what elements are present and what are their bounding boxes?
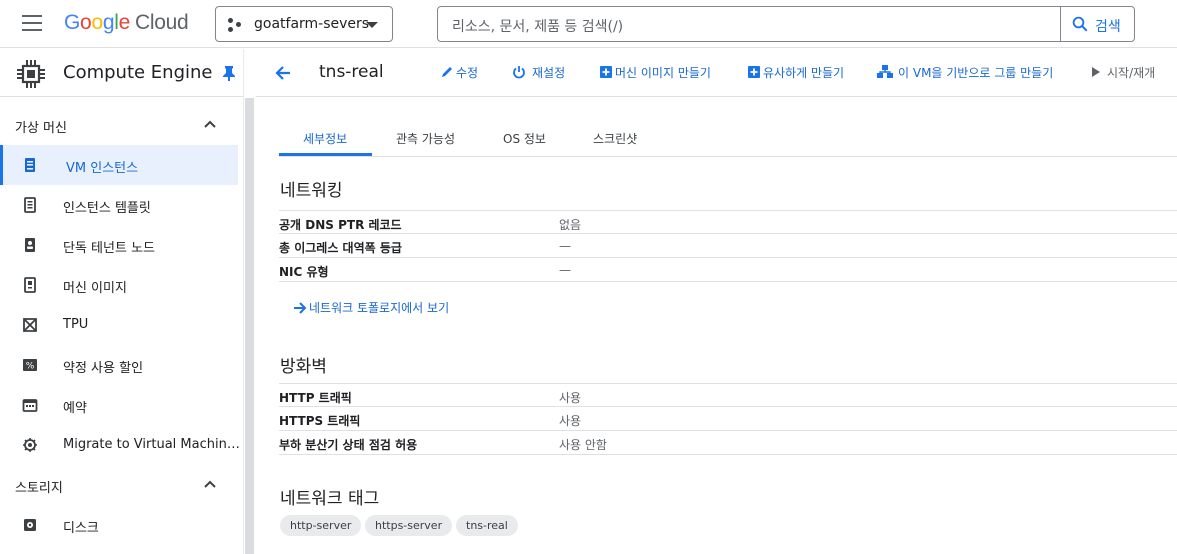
power-icon: [513, 66, 525, 79]
sidebar-scrollbar[interactable]: [243, 49, 255, 554]
reset-button[interactable]: 재설정: [512, 64, 565, 81]
calendar-icon: [22, 399, 38, 412]
add-box-icon: [748, 66, 760, 78]
pin-icon[interactable]: [222, 65, 236, 81]
table-row: 부하 분산기 상태 점검 허용 사용 안함: [279, 431, 1177, 455]
product-name: Compute Engine: [63, 62, 213, 83]
migrate-icon: [23, 438, 37, 452]
title-bar: tns-real 수정 재설정 머신 이미지 만들기 유사하게 만들기 이 VM…: [256, 49, 1177, 97]
search-input[interactable]: 리소스, 문서, 제품 등 검색(/): [452, 16, 623, 36]
template-icon: [24, 197, 36, 213]
add-box-icon: [600, 66, 612, 78]
google-cloud-logo[interactable]: Google Cloud: [64, 11, 189, 35]
table-row: 총 이그레스 대역폭 등급 —: [279, 234, 1177, 258]
sidebar-item-tpu[interactable]: TPU: [0, 305, 238, 345]
disk-icon: [24, 519, 36, 531]
scrollbar-thumb[interactable]: [245, 98, 254, 554]
networking-heading: 네트워킹: [280, 181, 343, 201]
firewall-heading: 방화벽: [280, 357, 327, 377]
chevron-up-icon: [204, 480, 216, 488]
sidebar-item-instance-templates[interactable]: 인스턴스 템플릿: [0, 185, 238, 225]
table-row: HTTPS 트래픽 사용: [279, 407, 1177, 431]
create-similar-button[interactable]: 유사하게 만들기: [747, 64, 844, 81]
sidebar-item-disks[interactable]: 디스크: [0, 505, 238, 545]
sole-tenant-icon: [25, 238, 35, 252]
project-name: goatfarm-severs: [254, 16, 370, 32]
start-resume-button[interactable]: 시작/재개: [1090, 64, 1155, 81]
sidebar-item-reservations[interactable]: 예약: [0, 385, 238, 425]
detail-tabs: 세부정보 관측 가능성 OS 정보 스크린샷: [279, 127, 1177, 157]
project-icon: [228, 18, 242, 32]
sidebar-item-committed-use-discounts[interactable]: % 약정 사용 할인: [0, 345, 238, 385]
tab-screenshot[interactable]: 스크린샷: [593, 130, 637, 147]
chevron-down-icon: [366, 22, 378, 28]
search-bar[interactable]: 리소스, 문서, 제품 등 검색(/) 검색: [437, 6, 1135, 42]
network-tag-chip: http-server: [280, 515, 362, 536]
vm-instance-icon: [25, 158, 35, 172]
sidebar-item-vm-instances[interactable]: VM 인스턴스: [0, 145, 238, 185]
page-title: tns-real: [319, 62, 384, 82]
section-storage[interactable]: 스토리지: [0, 465, 243, 505]
network-tag-chip: https-server: [365, 515, 453, 536]
table-row: NIC 유형 —: [279, 258, 1177, 282]
product-header: Compute Engine: [0, 49, 243, 97]
network-tags-heading: 네트워크 태그: [280, 489, 380, 509]
instance-group-icon: [877, 65, 893, 78]
play-icon: [1092, 67, 1100, 77]
search-button[interactable]: 검색: [1060, 7, 1134, 41]
arrow-right-icon: [294, 302, 307, 314]
sidebar-item-machine-images[interactable]: 머신 이미지: [0, 265, 238, 305]
chevron-up-icon: [204, 120, 216, 128]
create-group-button[interactable]: 이 VM을 기반으로 그룹 만들기: [877, 64, 1053, 81]
pencil-icon: [442, 67, 452, 77]
project-picker[interactable]: goatfarm-severs: [215, 6, 393, 42]
tab-os-info[interactable]: OS 정보: [503, 130, 546, 147]
tpu-icon: [23, 318, 37, 332]
network-tag-chip: tns-real: [456, 515, 518, 536]
compute-engine-icon: [17, 60, 45, 88]
create-machine-image-button[interactable]: 머신 이미지 만들기: [599, 64, 711, 81]
table-row: 공개 DNS PTR 레코드 없음: [279, 210, 1177, 234]
top-bar: Google Cloud goatfarm-severs 리소스, 문서, 제품 …: [0, 0, 1177, 48]
back-arrow-icon[interactable]: [274, 64, 292, 82]
edit-button[interactable]: 수정: [440, 64, 478, 81]
tab-details[interactable]: 세부정보: [303, 130, 347, 147]
table-row: HTTP 트래픽 사용: [279, 383, 1177, 407]
sidebar: Compute Engine 가상 머신 VM 인스턴스 인스턴스 템플릿 단독…: [0, 49, 243, 554]
network-topology-link[interactable]: 네트워크 토폴로지에서 보기: [293, 299, 449, 316]
svg-text:%: %: [26, 362, 35, 372]
search-icon: [1072, 16, 1088, 32]
discount-icon: %: [23, 359, 37, 372]
sidebar-item-sole-tenant-nodes[interactable]: 단독 테넌트 노드: [0, 225, 238, 265]
tab-observability[interactable]: 관측 가능성: [396, 130, 455, 147]
hamburger-menu-icon[interactable]: [22, 15, 42, 33]
main-content: tns-real 수정 재설정 머신 이미지 만들기 유사하게 만들기 이 VM…: [256, 49, 1177, 554]
sidebar-item-migrate[interactable]: Migrate to Virtual Machin…: [0, 425, 240, 465]
section-virtual-machines[interactable]: 가상 머신: [0, 105, 243, 145]
active-tab-indicator: [279, 153, 372, 156]
machine-image-icon: [24, 277, 36, 293]
